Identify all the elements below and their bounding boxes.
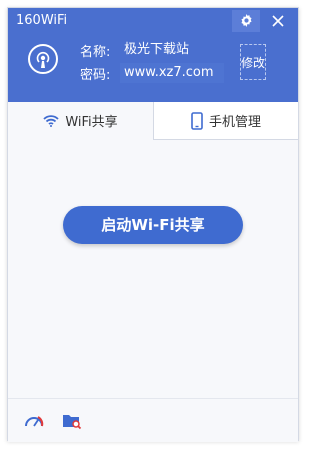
header: 160WiFi 名称: 极光下载站 密码: www.xz7.com 修改 bbox=[8, 8, 298, 102]
folder-search-icon[interactable] bbox=[61, 411, 83, 431]
tab-wifi-share[interactable]: WiFi共享 bbox=[8, 102, 153, 140]
settings-button[interactable] bbox=[232, 10, 260, 32]
hotspot-logo-icon bbox=[28, 44, 58, 74]
tab-phone-manage-label: 手机管理 bbox=[208, 115, 261, 130]
app-title: 160WiFi bbox=[16, 13, 68, 28]
footer-bar bbox=[8, 398, 298, 442]
close-button[interactable] bbox=[264, 10, 292, 32]
phone-icon bbox=[191, 111, 203, 130]
main-content: 启动Wi-Fi共享 bbox=[8, 140, 298, 398]
tab-bar: WiFi共享 手机管理 bbox=[8, 102, 298, 140]
app-window: 160WiFi 名称: 极光下载站 密码: www.xz7.com 修改 WiF… bbox=[7, 7, 299, 442]
speedometer-icon[interactable] bbox=[23, 411, 45, 431]
name-row: 名称: 极光下载站 bbox=[80, 40, 224, 60]
start-wifi-share-button[interactable]: 启动Wi-Fi共享 bbox=[63, 206, 243, 244]
password-label: 密码: bbox=[80, 67, 111, 83]
edit-button[interactable]: 修改 bbox=[240, 44, 266, 80]
name-label: 名称: bbox=[80, 44, 111, 60]
tab-phone-manage[interactable]: 手机管理 bbox=[153, 102, 298, 140]
password-value: www.xz7.com bbox=[120, 63, 224, 83]
close-icon bbox=[272, 12, 284, 31]
name-value: 极光下载站 bbox=[124, 42, 190, 57]
password-row: 密码: www.xz7.com bbox=[80, 63, 224, 83]
gear-icon bbox=[240, 12, 253, 31]
tab-wifi-share-label: WiFi共享 bbox=[65, 115, 118, 130]
wifi-icon bbox=[43, 114, 59, 127]
